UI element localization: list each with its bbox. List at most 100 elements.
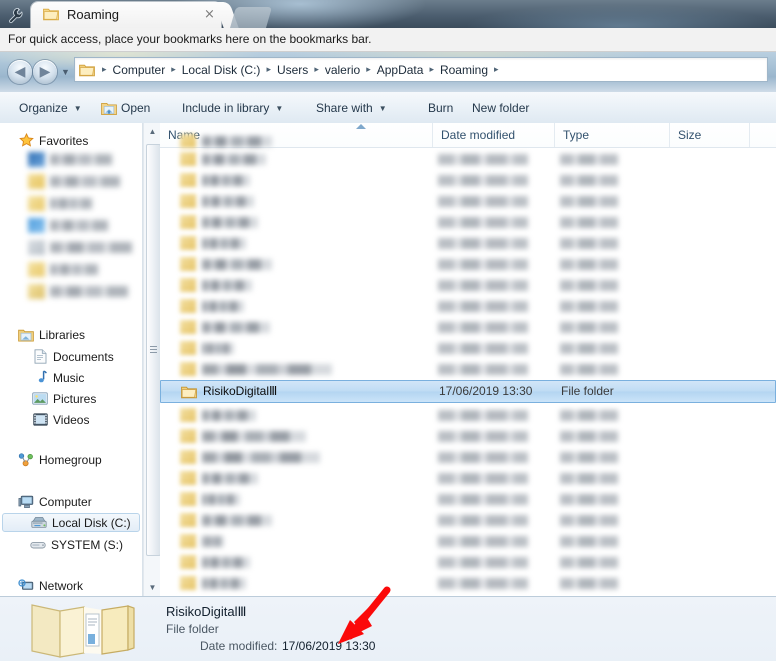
folder-icon <box>180 236 196 250</box>
browser-tab-strip: Roaming × <box>0 0 776 28</box>
wrench-icon[interactable] <box>2 2 28 28</box>
file-date-redacted <box>438 322 528 333</box>
breadcrumb-separator-5[interactable]: ▸ <box>426 64 437 75</box>
breadcrumb[interactable]: ▸ Computer ▸ Local Disk (C:) ▸ Users ▸ v… <box>74 57 768 82</box>
bookmarks-bar-hint: For quick access, place your bookmarks h… <box>8 32 372 46</box>
table-row[interactable] <box>160 426 776 447</box>
sidebar-label-redacted <box>50 176 120 187</box>
scrollbar-thumb[interactable] <box>146 144 161 556</box>
breadcrumb-separator-3[interactable]: ▸ <box>311 64 322 75</box>
table-row[interactable] <box>160 275 776 296</box>
chevron-down-icon[interactable]: ▼ <box>61 67 70 77</box>
sidebar-item-local-disk-c[interactable]: Local Disk (C:) <box>2 513 140 532</box>
scroll-up-icon[interactable]: ▲ <box>144 123 161 140</box>
breadcrumb-item-roaming[interactable]: Roaming <box>437 61 491 79</box>
file-name-redacted <box>202 515 272 526</box>
share-with-button[interactable]: Share with ▼ <box>311 98 392 118</box>
folder-icon <box>180 429 196 443</box>
close-icon[interactable]: × <box>202 7 217 22</box>
sidebar-item-system-s[interactable]: SYSTEM (S:) <box>30 535 142 554</box>
file-type-redacted <box>560 343 618 354</box>
sidebar-item-documents[interactable]: Documents <box>32 347 142 366</box>
navigation-scrollbar[interactable]: ▲ ▼ <box>143 123 161 596</box>
breadcrumb-separator-1[interactable]: ▸ <box>168 64 179 75</box>
new-tab-button[interactable] <box>229 7 273 28</box>
folder-icon <box>180 576 196 590</box>
folder-icon <box>28 240 45 255</box>
file-name-redacted <box>202 557 250 568</box>
sidebar-item-favorites[interactable]: Favorites <box>18 131 138 150</box>
folder-icon <box>180 408 196 422</box>
file-type-redacted <box>560 557 618 568</box>
sidebar-item-pictures[interactable]: Pictures <box>32 389 142 408</box>
file-date-redacted <box>438 452 528 463</box>
breadcrumb-item-valerio[interactable]: valerio <box>322 61 363 79</box>
table-row[interactable] <box>160 573 776 594</box>
sidebar-label-pictures: Pictures <box>53 391 97 406</box>
video-icon <box>32 412 48 428</box>
breadcrumb-separator-6[interactable]: ▸ <box>491 64 502 75</box>
file-name-redacted <box>202 280 252 291</box>
file-name-redacted <box>202 364 332 375</box>
back-button[interactable]: ◀ <box>8 60 32 84</box>
table-row[interactable] <box>160 191 776 212</box>
table-row[interactable] <box>160 317 776 338</box>
breadcrumb-item-computer[interactable]: Computer <box>110 61 169 79</box>
file-date-redacted <box>438 364 528 375</box>
table-row[interactable] <box>160 149 776 170</box>
breadcrumb-item-appdata[interactable]: AppData <box>374 61 427 79</box>
sidebar-label-favorites: Favorites <box>39 133 89 148</box>
open-button[interactable]: Open <box>96 98 155 118</box>
file-date-redacted <box>438 515 528 526</box>
table-row-selected[interactable]: RisikoDigitalⅢ 17/06/2019 13:30 File fol… <box>160 380 776 403</box>
table-row[interactable] <box>160 405 776 426</box>
breadcrumb-separator-4[interactable]: ▸ <box>363 64 374 75</box>
scroll-down-icon[interactable]: ▼ <box>144 579 161 596</box>
sidebar-item-network[interactable]: Network <box>18 576 138 595</box>
table-row[interactable] <box>160 254 776 275</box>
table-row[interactable] <box>160 531 776 552</box>
table-row[interactable] <box>160 233 776 254</box>
table-row[interactable] <box>160 296 776 317</box>
new-folder-button[interactable]: New folder <box>467 98 534 118</box>
include-in-library-button[interactable]: Include in library ▼ <box>177 98 288 118</box>
table-row[interactable] <box>160 338 776 359</box>
sidebar-item-libraries[interactable]: Libraries <box>18 325 138 344</box>
breadcrumb-item-local-disk[interactable]: Local Disk (C:) <box>179 61 264 79</box>
sidebar-item-computer[interactable]: Computer <box>18 492 138 511</box>
table-row[interactable] <box>160 170 776 191</box>
forward-button[interactable]: ▶ <box>33 60 57 84</box>
table-row[interactable] <box>160 510 776 531</box>
table-row[interactable] <box>160 359 776 380</box>
table-row[interactable] <box>160 447 776 468</box>
table-row[interactable] <box>160 489 776 510</box>
folder-icon <box>79 63 95 77</box>
sidebar-label-music: Music <box>53 370 85 385</box>
burn-label: Burn <box>428 101 454 115</box>
file-type-redacted <box>560 578 618 589</box>
sidebar-label-redacted <box>50 286 128 297</box>
table-row[interactable] <box>160 468 776 489</box>
new-folder-label: New folder <box>472 101 530 115</box>
folder-icon <box>28 174 45 189</box>
file-date-redacted <box>438 494 528 505</box>
sidebar-item-videos[interactable]: Videos <box>32 410 142 429</box>
table-row[interactable] <box>160 552 776 573</box>
folder-icon <box>180 534 196 548</box>
file-date-redacted <box>438 343 528 354</box>
breadcrumb-separator-0[interactable]: ▸ <box>99 64 110 75</box>
table-row[interactable] <box>160 212 776 233</box>
burn-button[interactable]: Burn <box>423 98 458 118</box>
folder-icon <box>181 385 197 399</box>
organize-button[interactable]: Organize ▼ <box>14 98 87 118</box>
browser-tab-roaming[interactable]: Roaming × <box>31 2 221 28</box>
folder-icon <box>180 471 196 485</box>
sidebar-item-music[interactable]: Music <box>32 368 142 387</box>
breadcrumb-separator-2[interactable]: ▸ <box>263 64 274 75</box>
open-label: Open <box>121 101 151 115</box>
computer-icon <box>18 494 34 510</box>
file-name-redacted <box>202 301 244 312</box>
sidebar-item-homegroup[interactable]: Homegroup <box>18 450 138 469</box>
breadcrumb-item-users[interactable]: Users <box>274 61 311 79</box>
file-name-redacted <box>202 154 266 165</box>
